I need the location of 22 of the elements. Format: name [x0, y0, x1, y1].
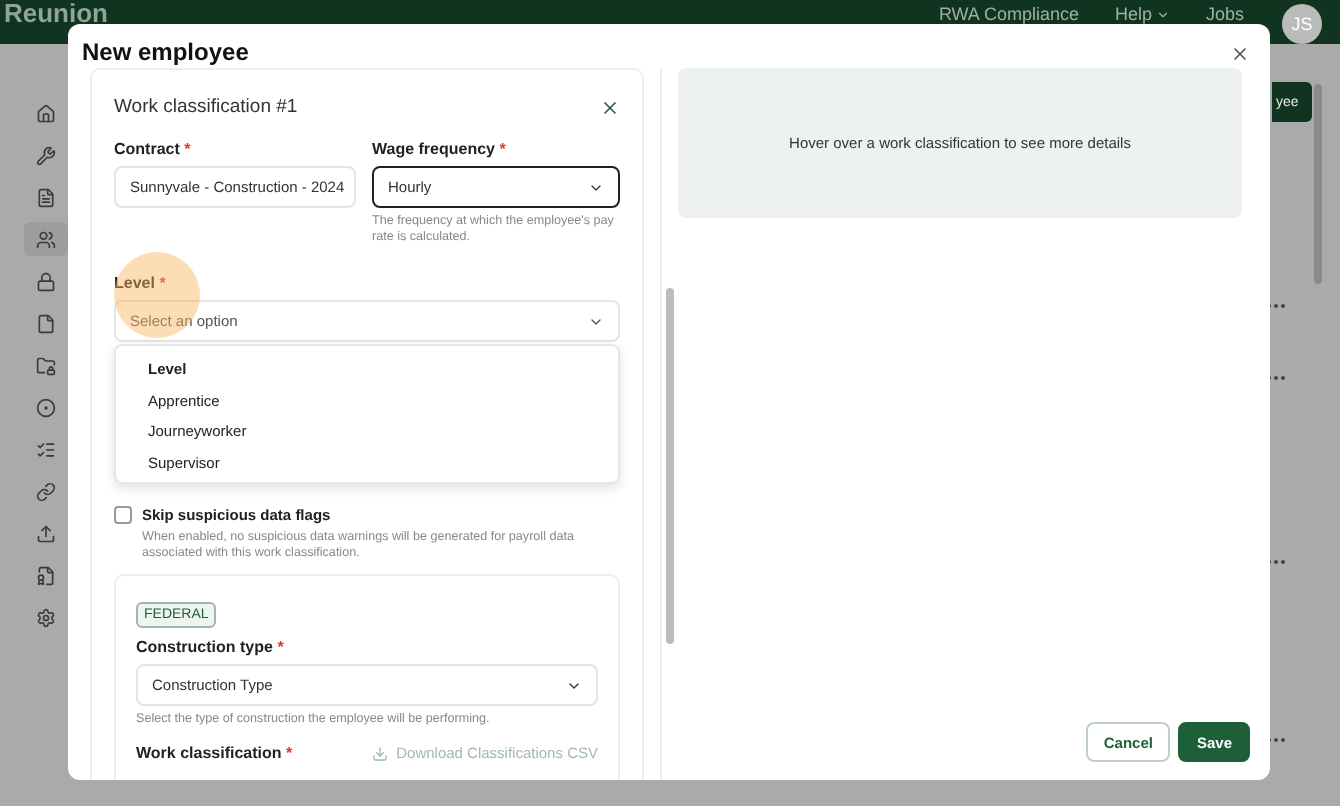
- close-icon[interactable]: [1230, 44, 1250, 64]
- required-mark: *: [184, 140, 191, 158]
- nav-link[interactable]: RWA Compliance: [938, 2, 1079, 24]
- required-mark: *: [277, 638, 284, 656]
- nav-link[interactable]: Jobs: [1205, 2, 1244, 24]
- required-mark: *: [286, 744, 293, 762]
- field-label: Work classification *: [136, 744, 293, 762]
- field-label: Construction type *: [136, 638, 286, 656]
- field-label: Wage frequency *: [372, 140, 508, 158]
- modal-title: New employee: [82, 38, 249, 68]
- required-mark: *: [159, 274, 166, 292]
- card-title: Work classification #1: [114, 96, 298, 118]
- nav-link[interactable]: Help: [1114, 2, 1170, 24]
- cursor-highlight: [114, 252, 200, 338]
- field-label: Contract *: [114, 140, 193, 158]
- remove-icon[interactable]: [600, 97, 620, 117]
- download-icon: [372, 745, 389, 761]
- required-mark: *: [499, 140, 506, 158]
- field-label: Level *: [114, 274, 168, 292]
- sidebar-users-icon[interactable]: [24, 222, 68, 256]
- checkbox[interactable]: [114, 506, 132, 524]
- app-logo[interactable]: Reunion: [4, 2, 108, 24]
